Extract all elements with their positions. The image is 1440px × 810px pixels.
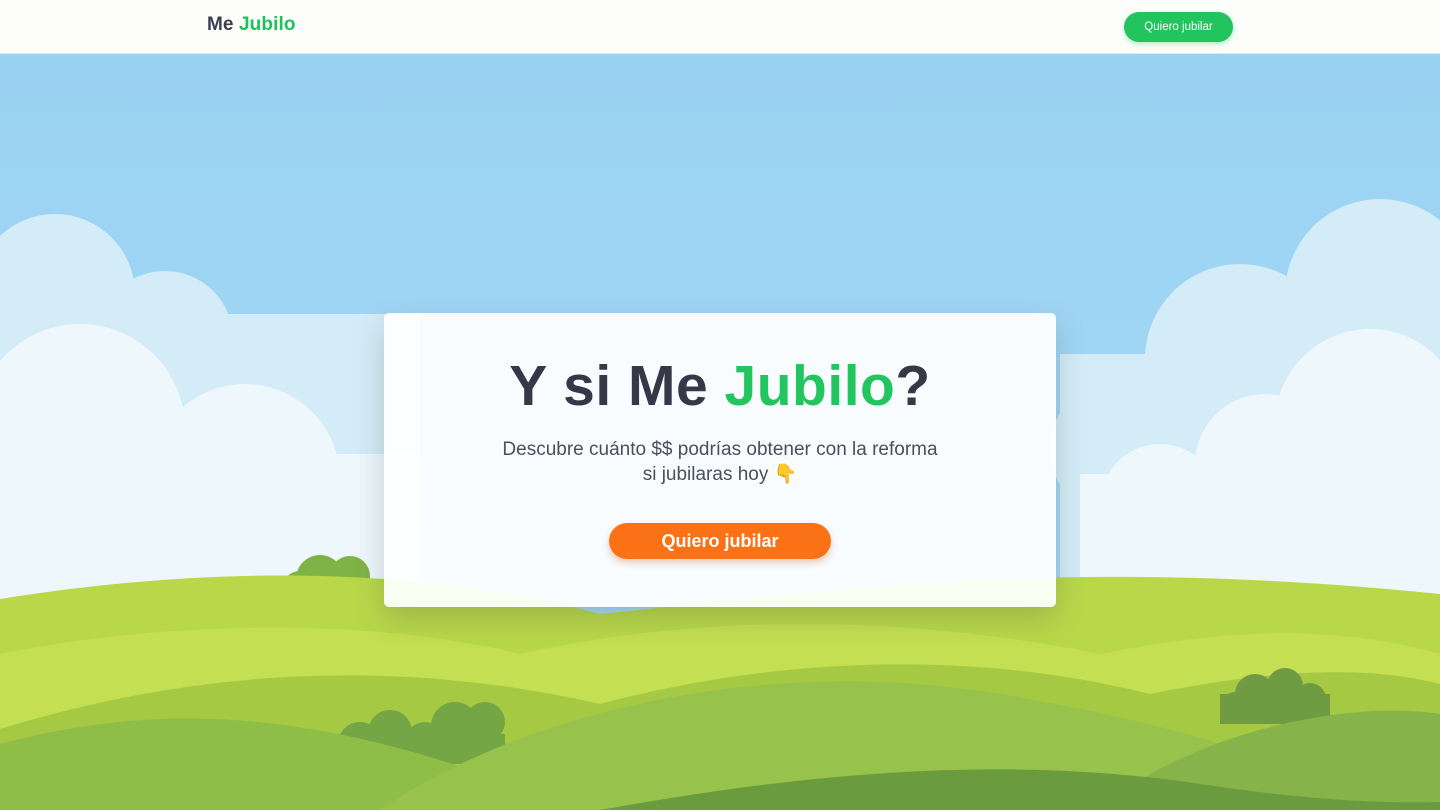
site-logo[interactable]: Me Jubilo [207,14,296,36]
hero-card: Y si Me Jubilo? Descubre cuánto $$ podrí… [384,313,1056,607]
hero-subtitle: Descubre cuánto $$ podrías obtener con l… [474,437,966,487]
hero-subtitle-line2: si jubilaras hoy 👇 [642,464,798,485]
hero-title: Y si Me Jubilo? [384,353,1056,419]
hero-title-question: ? [895,354,931,418]
logo-text-me: Me [207,14,234,35]
top-navbar: Me Jubilo Quiero jubilar [0,0,1440,54]
nav-quiero-jubilar-button[interactable]: Quiero jubilar [1124,12,1233,42]
hero-quiero-jubilar-button[interactable]: Quiero jubilar [609,523,831,559]
hero-title-part1: Y si Me [509,354,709,418]
logo-text-jubilo: Jubilo [239,14,296,35]
hero-title-jubilo: Jubilo [724,354,896,418]
hero-subtitle-line1: Descubre cuánto $$ podrías obtener con l… [502,439,938,460]
